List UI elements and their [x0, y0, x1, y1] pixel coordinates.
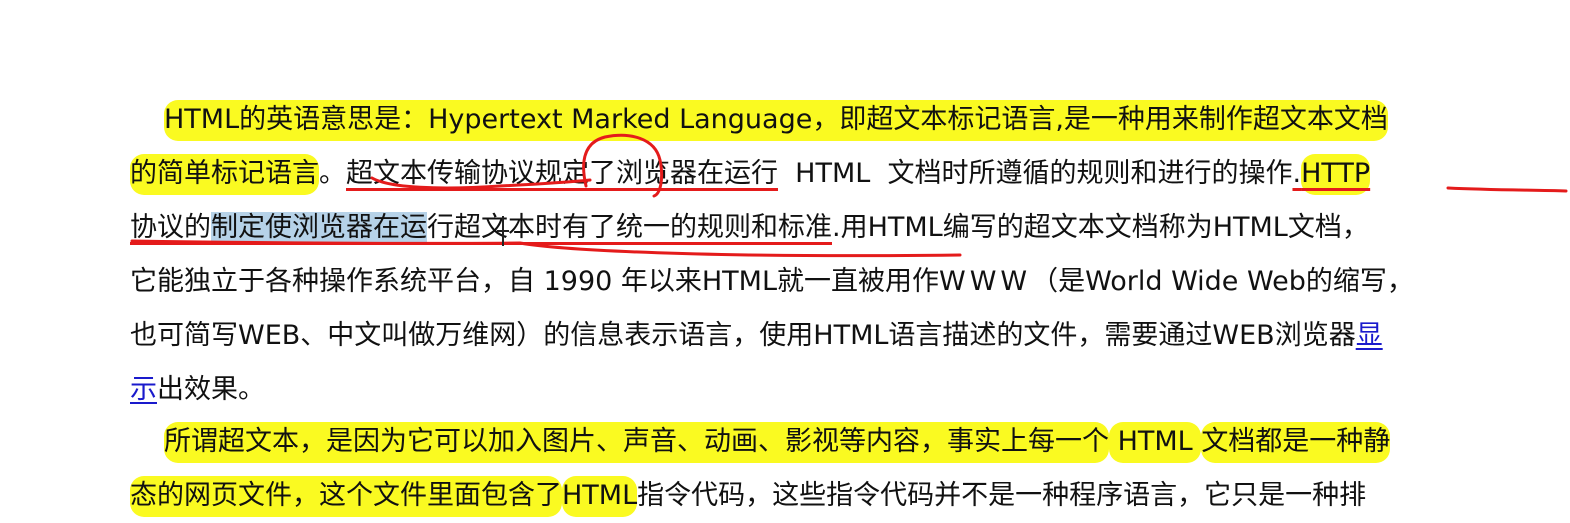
paragraph-2-line-2: 态的网页文件，这个文件里面包含了HTML指令代码，这些指令代码并不是一种程序语言… — [130, 469, 1550, 523]
annotated-text: 协议的 — [130, 212, 211, 243]
highlighted-text[interactable]: HTML — [562, 476, 638, 517]
highlighted-text[interactable]: 文档都是一种静 — [1201, 422, 1391, 463]
text-run: 指令代码，这些指令代码并不是一种程序语言，它只是一种排 — [637, 480, 1367, 511]
highlighted-text[interactable]: 态的网页文件，这个文件里面包含了 — [130, 476, 562, 517]
hyperlink[interactable]: 显 — [1356, 320, 1383, 351]
annotated-text: 超文本传输协议规定了浏览器在运行 — [346, 158, 778, 189]
highlighted-text[interactable]: 所谓超文本，是因为它可以加入图片、声音、动画、影视等内容，事实上每一个 — [164, 422, 1109, 463]
text-run: HTML — [778, 158, 888, 189]
text-run[interactable]: HTML — [1109, 422, 1202, 463]
text-run: WWW — [939, 266, 1032, 297]
paragraph-2-line-1: 所谓超文本，是因为它可以加入图片、声音、动画、影视等内容，事实上每一个 HTML… — [164, 415, 1550, 469]
selected-text[interactable]: 制定使浏览器在运 — [211, 212, 427, 243]
text-cursor-icon — [497, 216, 509, 246]
text-run: （是World Wide Web的缩写， — [1031, 266, 1414, 297]
text-run: 文档时所遵循的规则和进行的操作 — [887, 158, 1293, 189]
document-page: HTML的英语意思是：Hypertext Marked Language，即超文… — [0, 0, 1570, 517]
paragraph-1-line-4: 它能独立于各种操作系统平台，自 1990 年以来HTML就一直被用作WWW（是W… — [130, 255, 1550, 309]
text-run: 。 — [319, 158, 346, 189]
paragraph-1-line-5: 也可简写WEB、中文叫做万维网）的信息表示语言，使用HTML语言描述的文件，需要… — [130, 309, 1550, 363]
text-run: . — [1292, 158, 1302, 189]
paragraph-1-line-2: 的简单标记语言。超文本传输协议规定了浏览器在运行 HTML 文档时所遵循的规则和… — [130, 147, 1550, 201]
highlighted-text[interactable]: HTML的英语意思是：Hypertext Marked Language，即超文… — [164, 100, 1388, 141]
annotated-text: 超文本时有了统一的规则和标准 — [454, 212, 832, 243]
paragraph-1-line-3: 协议的制定使浏览器在运行超文本时有了统一的规则和标准.用HTML编写的超文本文档… — [130, 201, 1550, 255]
text-run: 它能独立于各种操作系统平台，自 1990 年以来HTML就一直被用作 — [130, 266, 940, 297]
annotated-text: 行 — [427, 212, 454, 243]
paragraph-1-line-1: HTML的英语意思是：Hypertext Marked Language，即超文… — [164, 93, 1550, 147]
highlighted-text[interactable]: HTTP — [1301, 154, 1371, 195]
text-run: 也可简写WEB、中文叫做万维网）的信息表示语言，使用HTML语言描述的文件，需要… — [130, 320, 1356, 351]
paragraph-1-line-6: 示出效果。 — [130, 363, 1550, 417]
text-run: 出效果。 — [157, 374, 265, 405]
text-run: .用HTML编写的超文本文档称为HTML文档， — [832, 212, 1369, 243]
highlighted-text[interactable]: 的简单标记语言 — [130, 154, 319, 195]
hyperlink[interactable]: 示 — [130, 374, 157, 405]
